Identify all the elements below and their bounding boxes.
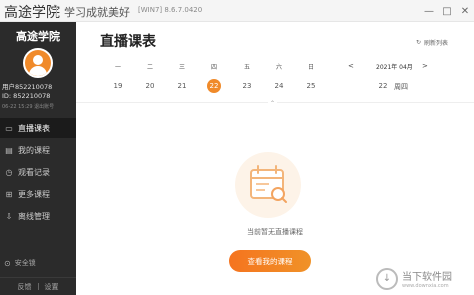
sidebar-item-label: 我的课程	[18, 145, 50, 155]
security-lock-button[interactable]: ⊙ 安全锁	[4, 258, 36, 268]
weekday-label: 一	[114, 64, 121, 71]
calendar-day[interactable]: 21	[172, 82, 192, 90]
window-controls: — □ ✕	[420, 0, 474, 22]
user-meta: 06-22 15:29 退出账号	[2, 104, 55, 110]
weekday-label: 五	[243, 64, 250, 71]
weekday-label: 日	[307, 64, 314, 71]
view-my-courses-button[interactable]: 查看我的课程	[229, 250, 311, 272]
close-icon[interactable]: ✕	[456, 0, 474, 22]
avatar-head-shape	[33, 55, 43, 65]
calendar-icon: ▭	[5, 123, 13, 133]
footer-divider	[37, 283, 39, 290]
watermark-url: www.downxia.com	[402, 283, 449, 289]
weekday-label: 四	[210, 64, 217, 71]
sidebar-item-label: 观看记录	[18, 167, 50, 177]
download-icon: ⇩	[5, 211, 13, 221]
watermark-title: 当下软件园	[402, 272, 452, 283]
grid-icon: ⊞	[5, 189, 13, 199]
selected-date: 22	[378, 82, 388, 90]
user-id: ID: 852210078	[2, 92, 51, 100]
month-label: 2021年 04月	[376, 64, 413, 71]
minimize-icon[interactable]: —	[420, 0, 438, 22]
weekday-label: 六	[275, 64, 282, 71]
page-title: 直播课表	[100, 34, 156, 50]
weekday-label: 三	[178, 64, 185, 71]
avatar[interactable]	[23, 48, 53, 78]
calendar-day[interactable]: 20	[140, 82, 160, 90]
settings-link[interactable]: 设置	[45, 282, 59, 292]
sidebar-item-offline[interactable]: ⇩ 离线管理	[0, 206, 76, 226]
refresh-button[interactable]: ↻ 刷新列表	[416, 38, 448, 47]
weekday-label: 二	[146, 64, 153, 71]
calendar-day-today[interactable]: 22	[204, 82, 224, 90]
sidebar-item-more-courses[interactable]: ⊞ 更多课程	[0, 184, 76, 204]
selected-weekday: 周四	[394, 83, 408, 91]
lock-icon: ⊙	[4, 258, 11, 268]
calendar-day[interactable]: 24	[269, 82, 289, 90]
user-name: 用户852210078	[2, 83, 53, 91]
next-month-button[interactable]: >	[422, 62, 428, 70]
app-slogan: 学习成就美好	[64, 6, 130, 19]
app-title: 高途学院	[4, 5, 60, 21]
history-icon: ◷	[5, 167, 13, 177]
calendar-day[interactable]: 25	[301, 82, 321, 90]
title-bar: 高途学院 学习成就美好 [WIN7] 8.6.7.0420 — □ ✕	[0, 0, 474, 22]
watermark-logo-icon: ↓	[376, 267, 398, 290]
sidebar: 高途学院 用户852210078 ID: 852210078 06-22 15:…	[0, 22, 76, 295]
watermark: ↓ 当下软件园 www.downxia.com	[376, 262, 474, 295]
empty-calendar-illustration	[235, 152, 301, 218]
avatar-body-shape	[29, 66, 47, 76]
sidebar-brand: 高途学院	[16, 30, 60, 43]
sidebar-item-label: 更多课程	[18, 189, 50, 199]
maximize-icon[interactable]: □	[438, 0, 456, 22]
sidebar-item-my-courses[interactable]: ▤ 我的课程	[0, 140, 76, 160]
refresh-label: 刷新列表	[423, 40, 448, 47]
refresh-icon: ↻	[415, 39, 421, 46]
sidebar-item-label: 离线管理	[18, 211, 50, 221]
title-separator	[56, 5, 57, 17]
sidebar-item-label: 直播课表	[18, 123, 50, 133]
sidebar-footer: 反馈 设置	[0, 277, 76, 295]
calendar-day[interactable]: 23	[237, 82, 257, 90]
sidebar-item-history[interactable]: ◷ 观看记录	[0, 162, 76, 182]
empty-state-text: 当前暂无直播课程	[247, 228, 303, 236]
collapse-calendar-icon[interactable]: ⌃	[268, 100, 278, 107]
watermark-text: 当下软件园 www.downxia.com	[402, 268, 452, 289]
calendar-day[interactable]: 19	[108, 82, 128, 90]
sidebar-item-live-schedule[interactable]: ▭ 直播课表	[0, 118, 76, 138]
security-lock-label: 安全锁	[14, 259, 36, 267]
feedback-link[interactable]: 反馈	[18, 282, 32, 292]
prev-month-button[interactable]: <	[348, 62, 354, 70]
book-icon: ▤	[5, 145, 13, 155]
app-version: [WIN7] 8.6.7.0420	[138, 6, 203, 14]
main-panel: 直播课表 ↻ 刷新列表 一 二 三 四 五 六 日 < 2021年 04月 > …	[76, 22, 474, 295]
